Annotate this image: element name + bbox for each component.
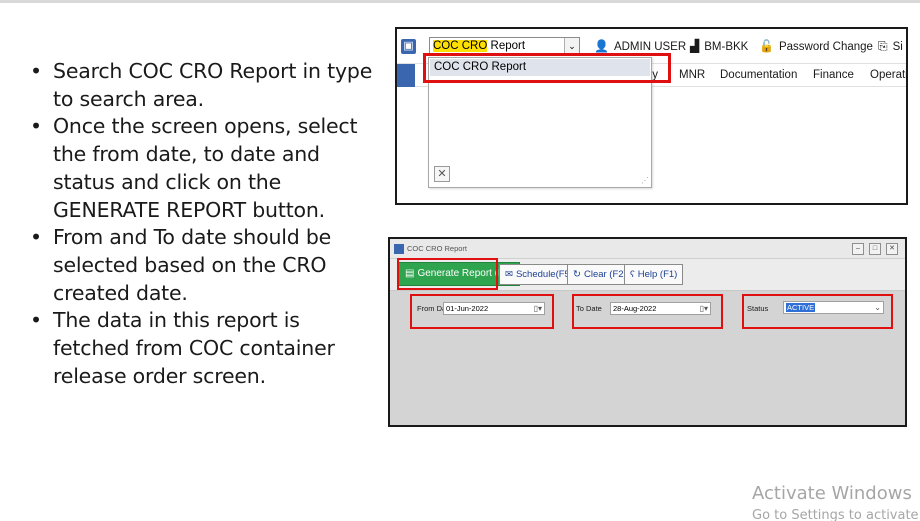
instruction-text: Search COC CRO Report in type to search … <box>53 59 373 111</box>
window-title: COC CRO Report <box>407 244 468 253</box>
watermark-title: Activate Windows <box>752 483 912 504</box>
instruction-item: • Search COC CRO Report in type to search… <box>28 58 378 113</box>
highlight-box <box>423 53 671 83</box>
help-label: Help (F1) <box>637 269 678 280</box>
bullet-marker: • <box>30 114 42 139</box>
instruction-list: • Search COC CRO Report in type to search… <box>28 58 378 390</box>
highlight-box <box>572 294 723 329</box>
instruction-item: • Once the screen opens, select the from … <box>28 113 378 224</box>
schedule-label: Schedule(F5) <box>515 269 573 280</box>
highlight-box <box>410 294 554 329</box>
search-screenshot: ▣ COC CRO Report ⌄ 👤 ADMIN USER ▟ BM-BKK 🔓… <box>395 27 908 205</box>
bullet-marker: • <box>30 59 42 83</box>
highlight-box <box>397 258 498 290</box>
instruction-text: The data in this report is fetched from … <box>53 308 335 388</box>
menu-side-strip <box>397 64 415 87</box>
signout-label: Si <box>892 41 903 53</box>
instruction-text: Once the screen opens, select the from d… <box>53 114 358 222</box>
top-divider <box>0 0 920 3</box>
help-button[interactable]: ʕ Help (F1) <box>624 264 684 285</box>
password-change-label: Password Change <box>778 41 873 53</box>
branch-name: BM-BKK <box>704 41 749 53</box>
bullet-marker: • <box>30 225 42 250</box>
menu-item-documentation[interactable]: Documentation <box>720 69 797 81</box>
app-logo-icon: ▣ <box>401 39 416 54</box>
instruction-item: • The data in this report is fetched from… <box>28 307 378 390</box>
menu-item-mnr[interactable]: MNR <box>679 69 705 81</box>
instruction-text: From and To date should be selected base… <box>53 225 332 305</box>
help-icon: ʕ <box>630 269 635 280</box>
password-change-link[interactable]: 🔓 Password Change <box>759 39 873 53</box>
close-window-button[interactable]: ✕ <box>886 243 898 255</box>
resize-grip-icon[interactable]: ⋰ <box>641 176 649 185</box>
minimize-button[interactable]: – <box>852 243 864 255</box>
search-highlight: COC CRO <box>433 40 488 52</box>
menu-item-finance[interactable]: Finance <box>813 69 854 81</box>
bullet-marker: • <box>30 308 42 333</box>
user-name: ADMIN USER <box>613 41 687 53</box>
signout-icon: ⎘ <box>878 39 888 53</box>
close-icon[interactable]: ✕ <box>434 166 450 182</box>
clear-button[interactable]: ↻ Clear (F2) <box>567 264 633 285</box>
window-icon <box>394 244 404 254</box>
window-title-bar: COC CRO Report – □ ✕ <box>390 239 905 259</box>
report-screenshot: COC CRO Report – □ ✕ ▤ Generate Report (F… <box>388 237 907 427</box>
maximize-button[interactable]: □ <box>869 243 881 255</box>
branch-link[interactable]: ▟ BM-BKK <box>690 39 748 53</box>
watermark-subtitle: Go to Settings to activate <box>752 508 919 521</box>
search-text: Report <box>487 40 526 52</box>
refresh-icon: ↻ <box>573 269 581 280</box>
lock-icon: 🔓 <box>759 39 774 53</box>
mail-icon: ✉ <box>505 269 513 280</box>
building-icon: ▟ <box>690 39 700 53</box>
instruction-item: • From and To date should be selected bas… <box>28 224 378 307</box>
clear-label: Clear (F2) <box>583 269 627 280</box>
signout-link[interactable]: ⎘ Si <box>878 39 903 54</box>
user-link[interactable]: 👤 ADMIN USER <box>594 39 686 53</box>
menu-item-operations[interactable]: Operati <box>870 69 906 81</box>
highlight-box <box>742 294 893 329</box>
person-icon: 👤 <box>594 39 609 53</box>
